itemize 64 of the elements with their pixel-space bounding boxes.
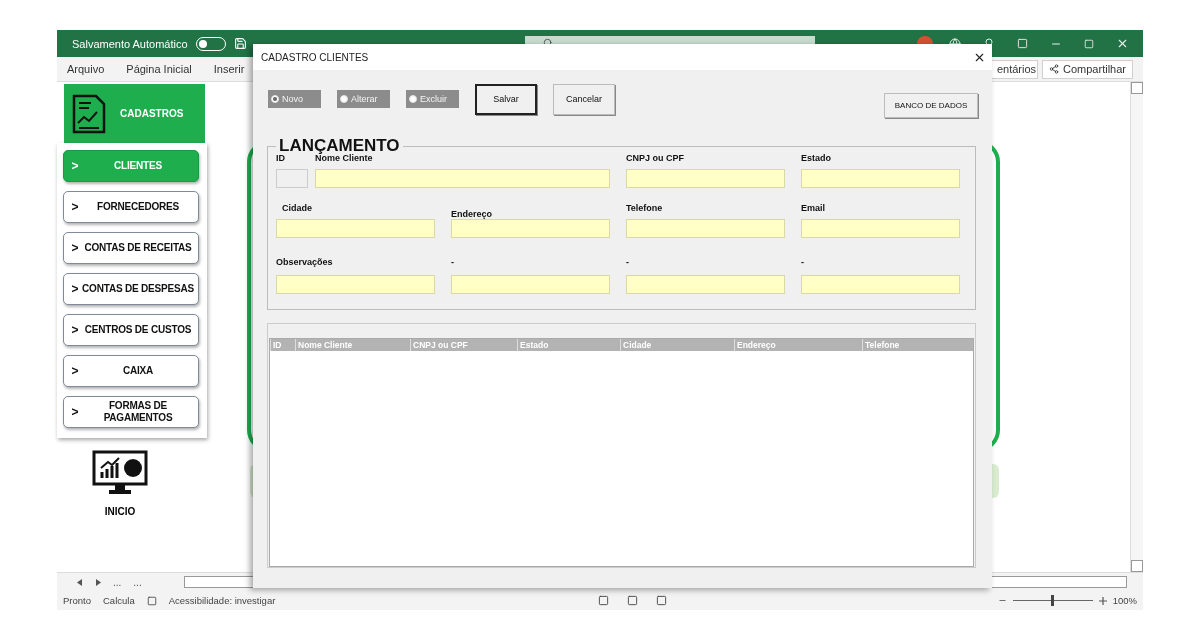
field-label: Endereço bbox=[451, 209, 493, 219]
column-header: Cidade bbox=[620, 339, 734, 351]
field-label: - bbox=[451, 257, 455, 267]
sheet-nav[interactable]: ... bbox=[113, 576, 122, 588]
monitor-chart-icon[interactable] bbox=[92, 450, 148, 496]
field-label: - bbox=[801, 257, 805, 267]
menu-button[interactable]: > CENTROS DE CUSTOS bbox=[63, 314, 199, 346]
autosave-label: Salvamento Automático bbox=[72, 37, 188, 50]
restore-icon[interactable] bbox=[1084, 38, 1094, 49]
save-icon[interactable] bbox=[233, 37, 247, 50]
status-text: Pronto bbox=[63, 595, 91, 606]
text-field[interactable] bbox=[626, 219, 785, 238]
text-field[interactable] bbox=[801, 219, 960, 238]
share-button[interactable]: Compartilhar bbox=[1042, 59, 1133, 79]
menu-button[interactable]: > FORNECEDORES bbox=[63, 191, 199, 223]
text-field[interactable] bbox=[801, 275, 960, 294]
vertical-scrollbar[interactable] bbox=[1130, 82, 1143, 572]
field-label: ID bbox=[276, 153, 285, 163]
sheet-nav[interactable]: ... bbox=[133, 576, 142, 588]
text-field[interactable] bbox=[626, 169, 785, 188]
text-field[interactable] bbox=[451, 275, 610, 294]
zoom-thumb[interactable] bbox=[1051, 595, 1055, 606]
status-text: Calcula bbox=[103, 595, 135, 606]
text-field[interactable] bbox=[276, 275, 435, 294]
zoom-reading: 100% bbox=[1112, 595, 1137, 606]
field-label: Observações bbox=[276, 257, 334, 267]
ribbon-tab[interactable]: Página Inicial bbox=[126, 63, 192, 75]
sheet-next-icon[interactable] bbox=[95, 578, 101, 586]
ribbon-tab[interactable]: Inserir bbox=[213, 63, 245, 75]
accessibility-status[interactable]: Acessibilidade: investigar bbox=[168, 595, 276, 606]
share-icon bbox=[1049, 64, 1060, 74]
text-field[interactable] bbox=[801, 169, 960, 188]
document-chart-icon bbox=[72, 93, 106, 134]
column-header: Nome Cliente bbox=[295, 339, 410, 351]
field-label: CNPJ ou CPF bbox=[626, 153, 685, 163]
column-header: Endereço bbox=[734, 339, 862, 351]
database-button[interactable]: BANCO DE DADOS bbox=[884, 92, 978, 118]
menu-button[interactable]: > FORMAS DE PAGAMENTOS bbox=[63, 396, 199, 428]
text-field[interactable] bbox=[626, 275, 785, 294]
sheet-prev-icon[interactable] bbox=[77, 578, 83, 586]
field-label: Telefone bbox=[626, 203, 664, 213]
column-header: Telefone bbox=[862, 339, 973, 351]
cadastros-header: CADASTROS bbox=[64, 84, 205, 143]
menu-button[interactable]: > CONTAS DE RECEITAS bbox=[63, 232, 199, 264]
field-label: - bbox=[626, 257, 630, 267]
column-header: CNPJ ou CPF bbox=[410, 339, 517, 351]
column-header: Estado bbox=[517, 339, 620, 351]
field-label: Cidade bbox=[281, 203, 313, 213]
menu-button[interactable]: > CAIXA bbox=[63, 355, 199, 387]
zoom-in-icon[interactable] bbox=[1098, 596, 1107, 605]
column-header: ID bbox=[270, 339, 295, 351]
text-field[interactable] bbox=[276, 219, 435, 238]
frame-title: LANÇAMENTO bbox=[278, 136, 401, 155]
field-label: Email bbox=[801, 203, 826, 213]
home-label: INICIO bbox=[104, 506, 136, 517]
text-field[interactable] bbox=[315, 169, 610, 188]
dialog-button[interactable]: Salvar bbox=[475, 83, 537, 115]
dialog-title: CADASTRO CLIENTES bbox=[261, 51, 369, 63]
field-label: Estado bbox=[801, 153, 832, 163]
ribbon-tab[interactable]: Arquivo bbox=[67, 63, 105, 75]
dialog-button[interactable]: Cancelar bbox=[553, 83, 615, 115]
text-field[interactable] bbox=[451, 219, 610, 238]
menu-button[interactable]: > CONTAS DE DESPESAS bbox=[63, 273, 199, 305]
field-label: Nome Cliente bbox=[315, 153, 373, 163]
